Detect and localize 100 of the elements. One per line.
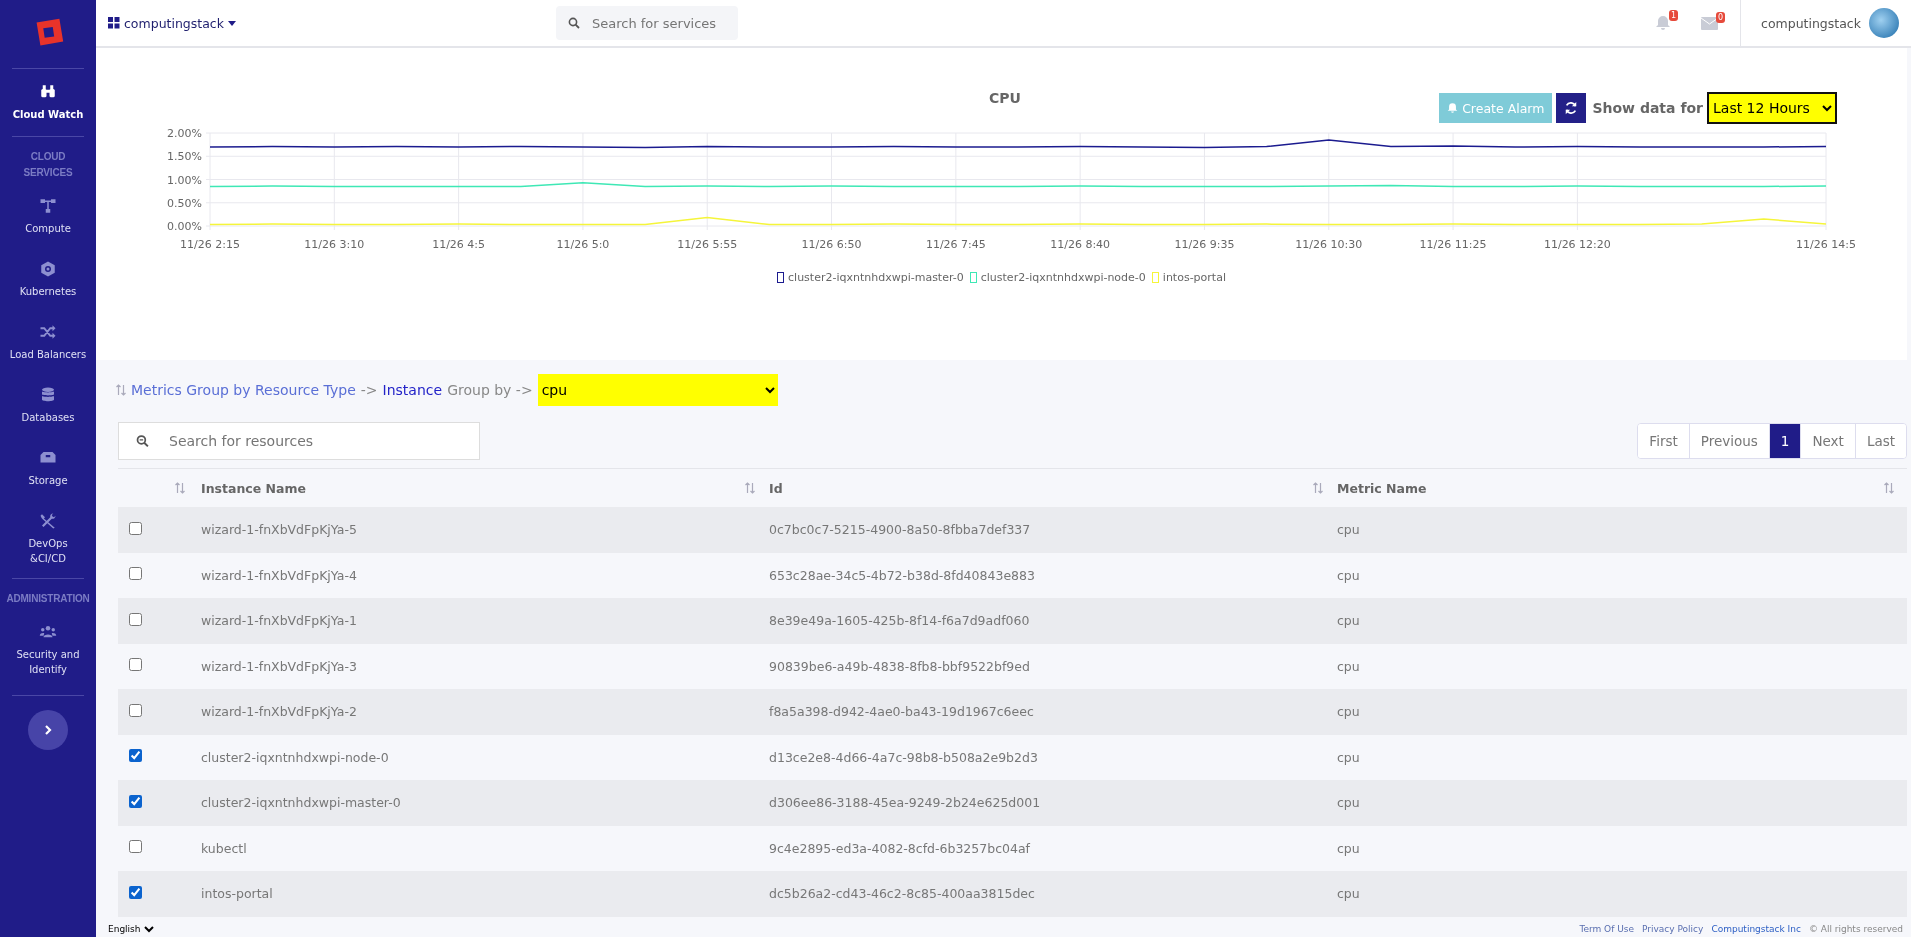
search-icon <box>568 17 580 29</box>
table-cell: cpu <box>1337 613 1360 629</box>
table-cell: 8e39e49a-1605-425b-8f14-f6a7d9adf060 <box>769 613 1030 629</box>
show-data-label: Show data for <box>1592 100 1703 116</box>
table-cell: cpu <box>1337 704 1360 720</box>
message-count: 0 <box>1715 11 1725 23</box>
table-cell: cpu <box>1337 840 1360 856</box>
workspace-menu[interactable]: computingstack <box>108 15 236 31</box>
sidebar-item[interactable]: Compute <box>0 185 96 248</box>
row-checkbox[interactable] <box>129 885 142 899</box>
legend-swatch <box>969 272 977 283</box>
table-cell: kubectl <box>201 840 247 856</box>
page-button[interactable]: Last <box>1854 424 1906 458</box>
bell-icon[interactable] <box>1655 15 1671 31</box>
category-label: 11/26 8:40 <box>1050 238 1111 251</box>
table-cell: wizard-1-fnXbVdFpKjYa-1 <box>201 613 357 629</box>
table-cell: cpu <box>1337 886 1360 902</box>
row-checkbox[interactable] <box>129 749 142 763</box>
row-checkbox[interactable] <box>129 521 142 535</box>
tools-icon <box>39 512 57 530</box>
expand-button[interactable] <box>28 710 68 750</box>
page-button[interactable]: 1 <box>1768 424 1801 458</box>
database-icon <box>39 386 57 404</box>
category-label: 11/26 5:0 <box>556 238 610 251</box>
chart-title: CPU <box>989 90 1021 106</box>
category-label: 11/26 3:10 <box>304 238 365 251</box>
grid-icon <box>108 17 120 29</box>
table-cell: cpu <box>1337 522 1360 538</box>
legend-label: intos-portal <box>1162 271 1226 284</box>
table-cell: cluster2-iqxntnhdxwpi-master-0 <box>201 795 401 811</box>
legend-swatch <box>1151 272 1159 283</box>
row-checkbox[interactable] <box>129 840 142 854</box>
row-checkbox[interactable] <box>129 703 142 717</box>
table-cell: intos-portal <box>201 886 273 902</box>
table-cell: f8a5a398-d942-4ae0-ba43-19d1967c6eec <box>769 704 1034 720</box>
search-field[interactable]: Search for services <box>556 6 738 40</box>
language-select[interactable]: English <box>104 923 157 935</box>
table-cell: cpu <box>1337 795 1360 811</box>
sidebar-item[interactable]: Databases <box>0 374 96 437</box>
breadcrumb-current[interactable]: Instance <box>382 382 443 398</box>
envelope-icon[interactable] <box>1701 16 1718 30</box>
category-label: 11/26 11:25 <box>1419 238 1487 251</box>
user-name[interactable]: computingstack <box>1761 15 1861 31</box>
legend-label: cluster2-iqxntnhdxwpi-node-0 <box>980 271 1146 284</box>
row-checkbox[interactable] <box>129 658 142 672</box>
table-cell: wizard-1-fnXbVdFpKjYa-3 <box>201 658 357 674</box>
text: 0.50% <box>167 196 202 210</box>
category-label: 11/26 9:35 <box>1174 238 1235 251</box>
zoom-out-icon <box>136 434 149 448</box>
footer-link[interactable]: Computingstack Inc <box>1711 924 1801 934</box>
chevron-right-icon <box>43 724 53 736</box>
table-cell: cpu <box>1337 658 1360 674</box>
table-cell: d13ce2e8-4d66-4a7c-98b8-b508a2e9b2d3 <box>769 749 1038 765</box>
sidebar-item[interactable]: Kubernetes <box>0 248 96 311</box>
footer-link[interactable]: Privacy Policy <box>1642 924 1704 934</box>
table-cell: cluster2-iqxntnhdxwpi-node-0 <box>201 749 389 765</box>
refresh-icon <box>1564 101 1579 115</box>
footer-link[interactable]: Term Of Use <box>1579 924 1635 934</box>
section-heading: ADMINISTRATION <box>5 592 91 606</box>
sidebar-item[interactable]: Load Balancers <box>0 311 96 374</box>
sidebar-item[interactable]: DevOps &CI/CD <box>0 500 96 578</box>
category-label: 11/26 14:5 <box>1796 238 1856 251</box>
sidebar-item[interactable]: Security and Identify <box>0 611 96 689</box>
category-label: 11/26 6:50 <box>801 238 862 251</box>
row-checkbox[interactable] <box>129 567 142 581</box>
legend-label: cluster2-iqxntnhdxwpi-master-0 <box>788 271 964 284</box>
column-header: Id <box>769 480 783 496</box>
column-header: Instance Name <box>201 480 306 496</box>
row-checkbox[interactable] <box>129 794 142 808</box>
shuffle-icon <box>39 323 57 341</box>
breadcrumb-link[interactable]: Metrics Group by Resource Type <box>131 382 356 398</box>
refresh-button[interactable] <box>1556 93 1587 123</box>
text: 1.00% <box>167 173 202 187</box>
category-label: 11/26 7:45 <box>925 238 986 251</box>
search-field[interactable]: Search for resources <box>118 422 480 460</box>
table-cell: 653c28ae-34c5-4b72-b38d-8fd40843e883 <box>769 567 1035 583</box>
table-cell: dc5b26a2-cd43-46c2-8c85-400aa3815dec <box>769 886 1035 902</box>
text: 2.00% <box>167 127 202 140</box>
table-cell: d306ee86-3188-45ea-9249-2b24e625d001 <box>769 795 1041 811</box>
time-range-select[interactable]: Last 12 Hours <box>1707 92 1837 124</box>
table-cell: 90839be6-a49b-4838-8fb8-bbf9522bf9ed <box>769 658 1030 674</box>
text: 1.50% <box>167 150 202 164</box>
sidebar-item[interactable]: Storage <box>0 437 96 500</box>
group-by-label: Group by -> <box>447 382 533 398</box>
avatar[interactable] <box>1869 8 1899 38</box>
network-icon <box>39 197 57 215</box>
category-label: 11/26 5:55 <box>677 238 738 251</box>
text: 0.00% <box>167 220 202 233</box>
category-label: 11/26 2:15 <box>180 238 240 251</box>
table-cell: wizard-1-fnXbVdFpKjYa-4 <box>201 567 357 583</box>
table-cell: wizard-1-fnXbVdFpKjYa-2 <box>201 704 357 720</box>
sidebar-item[interactable]: Cloud Watch <box>0 69 96 136</box>
table-cell: 9c4e2895-ed3a-4082-8cfd-6b3257bc04af <box>769 840 1030 856</box>
table-cell: 0c7bc0c7-5215-4900-8a50-8fbba7def337 <box>769 522 1031 538</box>
category-label: 11/26 4:5 <box>432 238 486 251</box>
group-by-select[interactable]: cpu <box>537 374 778 406</box>
legend-swatch <box>777 272 785 283</box>
table-cell: cpu <box>1337 749 1360 765</box>
row-checkbox[interactable] <box>129 612 142 626</box>
breadcrumb-separator: -> <box>360 382 378 398</box>
